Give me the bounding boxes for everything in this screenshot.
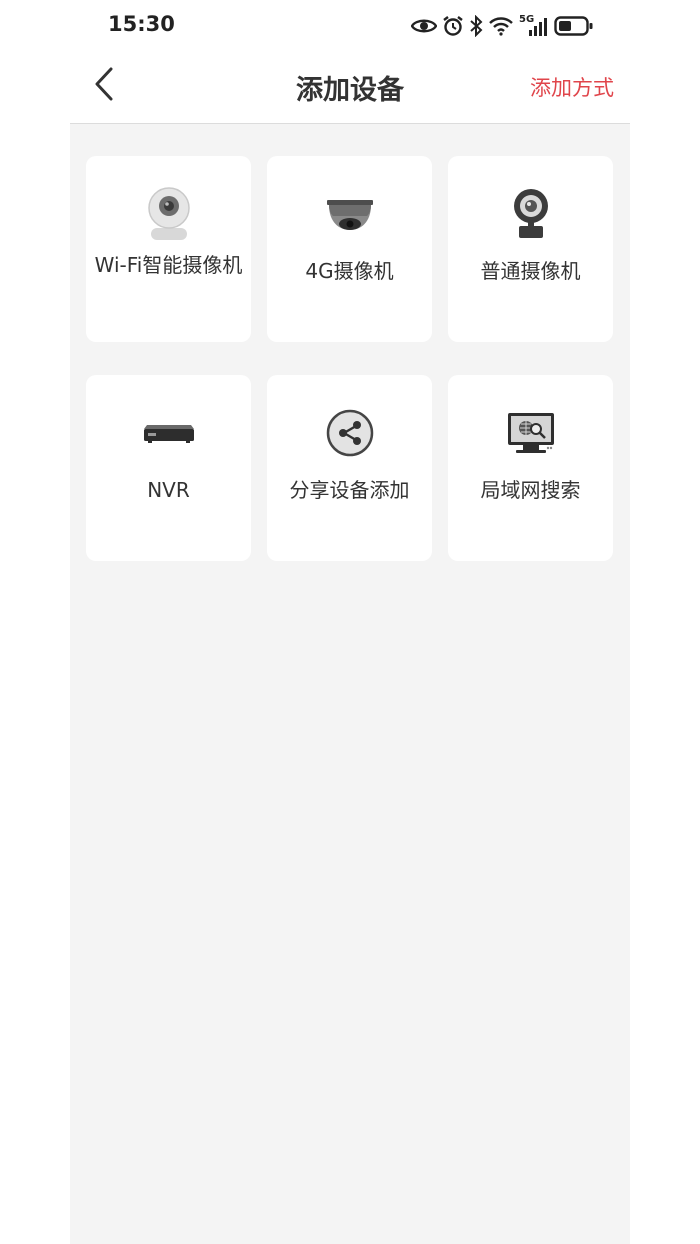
nvr-icon — [139, 403, 199, 463]
wifi-camera-icon — [139, 184, 199, 244]
device-label: NVR — [147, 478, 190, 502]
device-label: 4G摄像机 — [305, 259, 394, 283]
device-label: 分享设备添加 — [289, 478, 410, 502]
device-card-normal-camera[interactable]: 普通摄像机 — [448, 156, 613, 342]
device-card-share-add[interactable]: 分享设备添加 — [267, 375, 432, 561]
battery-icon — [554, 15, 594, 37]
signal-5g-icon: 5G — [519, 14, 549, 37]
device-card-wifi-camera[interactable]: Wi-Fi智能摄像机 — [86, 156, 251, 342]
eye-icon — [411, 17, 437, 35]
device-card-lan-search[interactable]: 局域网搜索 — [448, 375, 613, 561]
device-label: Wi-Fi智能摄像机 — [94, 253, 243, 277]
bluetooth-icon — [469, 15, 483, 37]
share-icon — [320, 403, 380, 463]
add-mode-button[interactable]: 添加方式 — [530, 72, 614, 102]
status-icons: 5G — [411, 12, 594, 40]
lan-search-icon — [501, 403, 561, 463]
device-label: 普通摄像机 — [480, 259, 581, 283]
wifi-icon — [488, 16, 514, 36]
webcam-icon — [501, 184, 561, 244]
header: 15:30 5G 添加设备 添加方式 — [70, 0, 630, 124]
device-grid: Wi-Fi智能摄像机 4G摄像机 普通摄像机 NVR 分享设备添加 局域网搜索 — [86, 156, 614, 561]
back-button[interactable] — [90, 66, 118, 106]
chevron-left-icon — [93, 66, 115, 106]
phone-screen: 15:30 5G 添加设备 添加方式 Wi-Fi智能摄像机 4G摄像机 普通摄像… — [70, 0, 630, 1244]
device-card-nvr[interactable]: NVR — [86, 375, 251, 561]
dome-camera-icon — [320, 184, 380, 244]
alarm-icon — [442, 15, 464, 37]
device-label: 局域网搜索 — [480, 478, 581, 502]
device-card-4g-camera[interactable]: 4G摄像机 — [267, 156, 432, 342]
status-time: 15:30 — [108, 12, 175, 36]
